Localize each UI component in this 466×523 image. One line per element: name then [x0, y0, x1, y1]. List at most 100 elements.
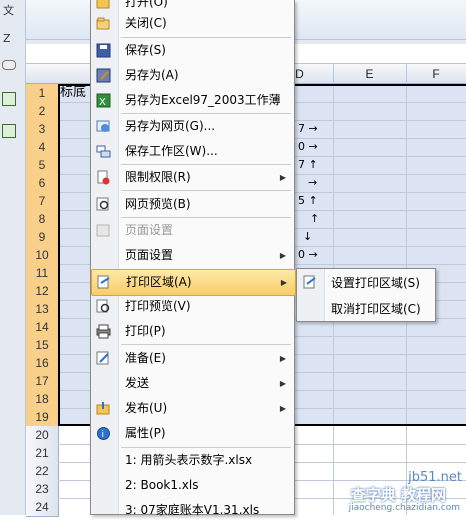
row-header[interactable]: 5: [26, 156, 59, 175]
set-print-area-icon: [303, 275, 318, 290]
menu-item-print-preview[interactable]: 打印预览(V): [91, 294, 294, 319]
menu-item-page-setup-disabled: 页面设置: [91, 218, 294, 243]
menu-item-label: 限制权限(R): [125, 170, 191, 184]
row-header[interactable]: 13: [26, 300, 59, 319]
menu-item-label: 属性(P): [125, 426, 166, 440]
menu-item-label: 另存为网页(G)...: [125, 119, 216, 133]
toggle-icon[interactable]: [2, 60, 16, 70]
strip-glyph: 文: [3, 4, 14, 17]
menu-item-restrict-permission[interactable]: 限制权限(R) ▶: [91, 165, 294, 190]
watermark-site: jb51.net: [408, 470, 462, 485]
menu-item-label: 另存为Excel97_2003工作薄: [125, 93, 281, 107]
row-header[interactable]: 6: [26, 174, 59, 193]
row-header[interactable]: 12: [26, 282, 59, 301]
row-header[interactable]: 8: [26, 210, 59, 229]
menu-item-label: 保存工作区(W)...: [125, 144, 218, 158]
menu-item-publish[interactable]: 发布(U) ▶: [91, 396, 294, 421]
row-header[interactable]: 2: [26, 102, 59, 121]
cell-fragment: 5 ↑: [298, 194, 318, 207]
row-header[interactable]: 15: [26, 336, 59, 355]
print-area-icon: [97, 275, 112, 290]
open-folder-icon: [96, 0, 111, 10]
row-header[interactable]: 3: [26, 120, 59, 139]
row-header[interactable]: 9: [26, 228, 59, 247]
menu-item-send[interactable]: 发送 ▶: [91, 371, 294, 396]
column-header-f[interactable]: F: [406, 64, 466, 84]
menu-item-label: 页面设置: [125, 248, 174, 262]
menu-separator: [121, 344, 291, 345]
row-header[interactable]: 17: [26, 372, 59, 391]
printer-icon: [96, 324, 111, 339]
left-toolbar-strip: 文 Z: [0, 0, 26, 515]
row-header[interactable]: 18: [26, 390, 59, 409]
menu-item-properties[interactable]: i 属性(P): [91, 421, 294, 446]
menu-item-label: 保存(S): [125, 43, 166, 57]
cell-fragment: 7 →: [298, 122, 318, 135]
menu-item-web-preview[interactable]: 网页预览(B): [91, 192, 294, 217]
menu-item-close[interactable]: 关闭(C): [91, 11, 294, 36]
recent-file-2[interactable]: 2: Book1.xls: [91, 473, 294, 498]
menu-item-save-as-web[interactable]: 另存为网页(G)...: [91, 114, 294, 139]
watermark-brand: 查字典 教程网: [350, 486, 446, 504]
workspace-icon: [96, 144, 111, 159]
svg-text:X: X: [99, 97, 106, 108]
menu-item-prepare[interactable]: 准备(E) ▶: [91, 346, 294, 371]
submenu-arrow-icon: ▶: [279, 354, 286, 363]
menu-item-save-workspace[interactable]: 保存工作区(W)...: [91, 139, 294, 164]
row-header[interactable]: 14: [26, 318, 59, 337]
web-page-icon: [96, 119, 111, 134]
row-header[interactable]: 24: [26, 498, 59, 517]
submenu-arrow-icon: ▶: [280, 278, 287, 287]
cell-fragment: →: [308, 176, 318, 189]
publish-icon: [96, 401, 111, 416]
column-header-e[interactable]: E: [333, 64, 407, 84]
menu-item-print-area[interactable]: 打印区域(A) ▶: [91, 269, 296, 296]
strip-glyph: Z: [3, 32, 11, 45]
cell-fragment: ↓: [303, 230, 313, 243]
menu-item-label: 准备(E): [125, 351, 166, 365]
sheet-icon[interactable]: [2, 92, 16, 106]
submenu-item-set-print-area[interactable]: 设置打印区域(S): [297, 270, 435, 296]
menu-item-page-setup[interactable]: 页面设置 ▶: [91, 243, 294, 268]
watermark-url: jiaocheng.chazidian.com: [348, 503, 460, 513]
submenu-item-clear-print-area[interactable]: 取消打印区域(C): [297, 296, 435, 322]
row-header[interactable]: 19: [26, 408, 59, 427]
row-header[interactable]: 1: [26, 84, 59, 103]
menu-item-label: 关闭(C): [125, 16, 167, 30]
svg-text:i: i: [102, 430, 105, 440]
row-header[interactable]: 4: [26, 138, 59, 157]
permission-icon: [96, 170, 111, 185]
menu-item-label: 打印预览(V): [125, 299, 191, 313]
row-header[interactable]: 23: [26, 480, 59, 499]
menu-item-label: 3: 07家庭账本V1.31.xls: [125, 503, 260, 517]
file-menu: 打开(O) 关闭(C) 保存(S) 另存为(A) X 另存为Excel97_20…: [90, 0, 296, 517]
submenu-item-label: 取消打印区域(C): [331, 302, 421, 316]
properties-icon: i: [96, 426, 111, 441]
cell-a1[interactable]: 标底: [60, 84, 86, 102]
menu-item-label: 页面设置: [125, 223, 174, 237]
cell-fragment: 0 →: [298, 248, 318, 261]
excel-icon: X: [96, 93, 111, 108]
sheet-icon[interactable]: [2, 124, 16, 138]
cell-fragment: 0 →: [298, 140, 318, 153]
menu-item-label: 打印区域(A): [126, 275, 192, 289]
print-area-submenu: 设置打印区域(S) 取消打印区域(C): [296, 268, 436, 322]
recent-file-1[interactable]: 1: 用箭头表示数字.xlsx: [91, 448, 294, 473]
row-header[interactable]: 16: [26, 354, 59, 373]
row-header[interactable]: 10: [26, 246, 59, 265]
menu-item-label: 另存为(A): [125, 68, 179, 82]
menu-item-save[interactable]: 保存(S): [91, 38, 294, 63]
submenu-arrow-icon: ▶: [279, 404, 286, 413]
row-header[interactable]: 21: [26, 444, 59, 463]
menu-item-save-as[interactable]: 另存为(A): [91, 63, 294, 88]
save-disk-icon: [96, 43, 111, 58]
row-header[interactable]: 11: [26, 264, 59, 283]
recent-file-3[interactable]: 3: 07家庭账本V1.31.xls: [91, 498, 294, 523]
save-as-icon: [96, 68, 111, 83]
menu-item-save-as-excel97[interactable]: X 另存为Excel97_2003工作薄: [91, 88, 294, 113]
menu-item-print[interactable]: 打印(P): [91, 319, 294, 344]
page-setup-icon: [96, 223, 111, 238]
row-header[interactable]: 22: [26, 462, 59, 481]
row-header[interactable]: 7: [26, 192, 59, 211]
row-header[interactable]: 20: [26, 426, 59, 445]
